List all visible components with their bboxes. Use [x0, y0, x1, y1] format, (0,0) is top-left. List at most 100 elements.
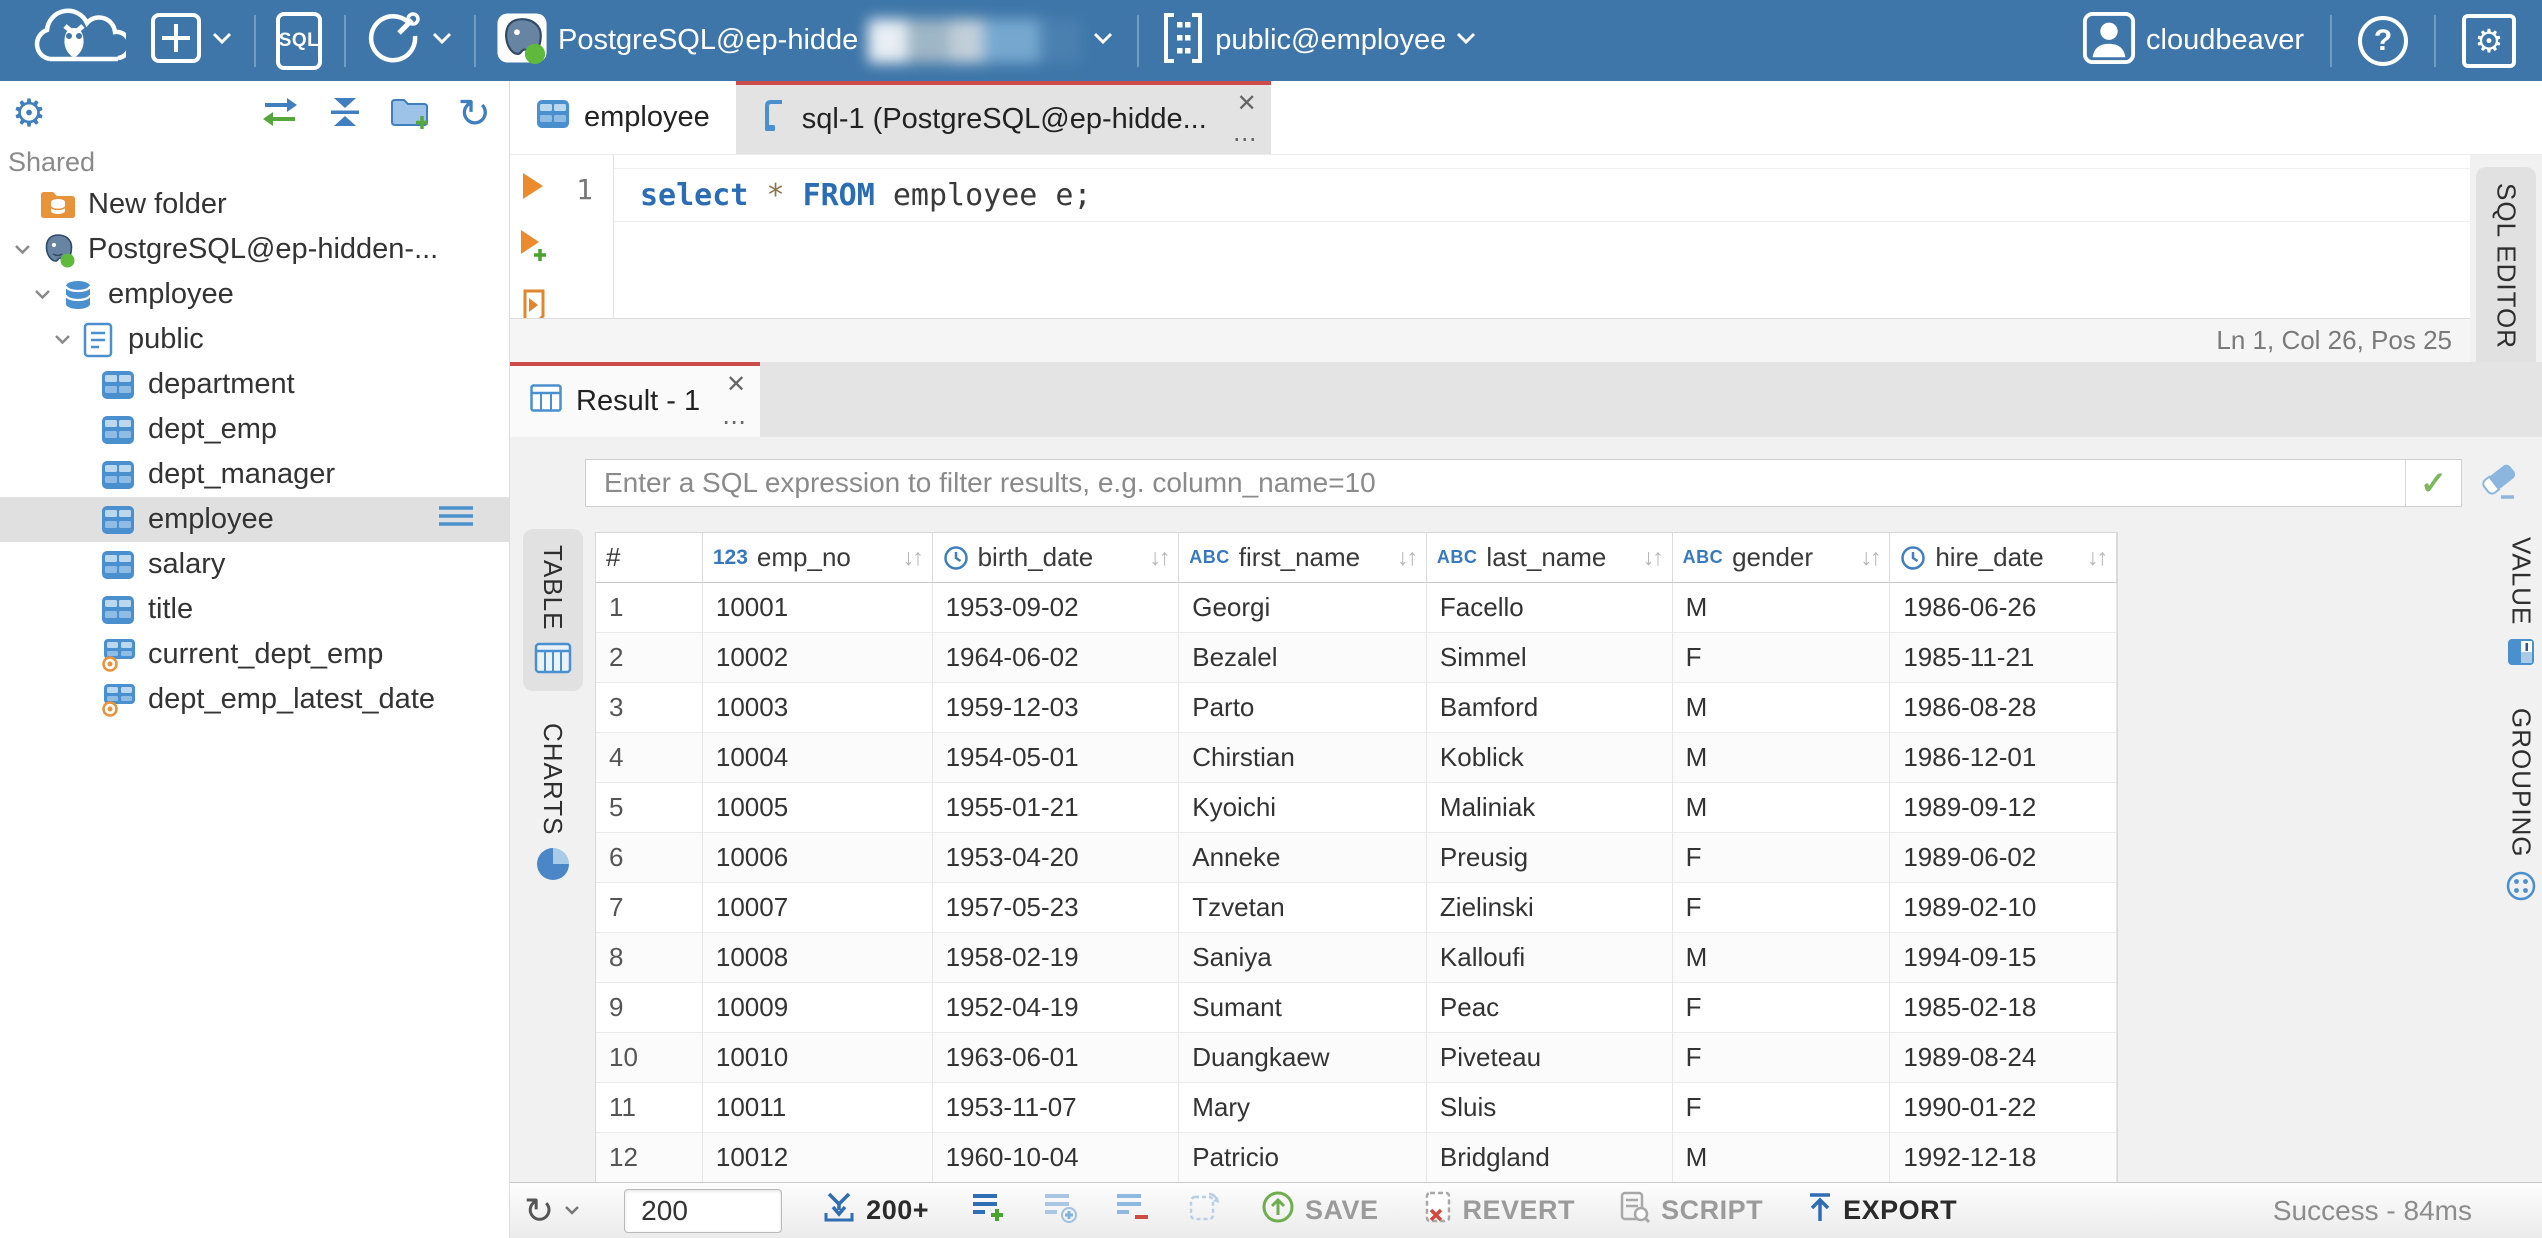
cell[interactable]: 10010 — [702, 1033, 933, 1083]
connection-selector[interactable]: PostgreSQL@ep-hidde — [496, 12, 1113, 69]
row-index-cell[interactable]: 4 — [596, 733, 703, 783]
cell[interactable]: 1989-09-12 — [1890, 783, 2118, 833]
cell[interactable]: M — [1672, 683, 1891, 733]
save-button[interactable]: SAVE — [1261, 1190, 1379, 1231]
row-index-cell[interactable]: 12 — [596, 1133, 703, 1183]
cell[interactable]: Parto — [1179, 683, 1427, 733]
tree-item-employee[interactable]: employee — [0, 272, 509, 317]
cell[interactable]: M — [1672, 733, 1891, 783]
apply-changes-button[interactable] — [1187, 1190, 1221, 1231]
clear-filter-button[interactable] — [2476, 460, 2522, 507]
cell[interactable]: 1957-05-23 — [932, 883, 1180, 933]
revert-button[interactable]: REVERT — [1423, 1190, 1576, 1231]
cell[interactable]: 10003 — [702, 683, 933, 733]
cell[interactable]: Bamford — [1426, 683, 1673, 733]
execute-new-tab-button[interactable] — [518, 228, 548, 267]
filter-input[interactable] — [586, 460, 2405, 506]
cell[interactable]: Bezalel — [1179, 633, 1427, 683]
sort-icon[interactable]: ↓↑ — [903, 544, 924, 571]
cell[interactable]: Patricio — [1179, 1133, 1427, 1183]
cell[interactable]: 1953-11-07 — [932, 1083, 1180, 1133]
sql-code-area[interactable]: select * FROM employee e; — [614, 155, 2470, 318]
cell[interactable]: Maliniak — [1426, 783, 1673, 833]
tree-item-public[interactable]: public — [0, 317, 509, 362]
driver-manager-button[interactable] — [366, 10, 452, 71]
cell[interactable]: Facello — [1426, 583, 1673, 633]
cell[interactable]: F — [1672, 1083, 1891, 1133]
tab-value-panel[interactable]: VALUE — [2506, 537, 2537, 672]
cell[interactable]: F — [1672, 833, 1891, 883]
cell[interactable]: 1990-01-22 — [1890, 1083, 2118, 1133]
chevron-down-icon[interactable] — [8, 244, 36, 255]
row-limit-input[interactable] — [624, 1188, 783, 1233]
new-connection-button[interactable] — [150, 12, 232, 69]
tree-item-new-folder[interactable]: New folder — [0, 182, 509, 227]
tree-item-dept-manager[interactable]: dept_manager — [0, 452, 509, 497]
tree-item-current-dept-emp[interactable]: current_dept_emp — [0, 632, 509, 677]
row-index-cell[interactable]: 1 — [596, 583, 703, 633]
cell[interactable]: 10002 — [702, 633, 933, 683]
cell[interactable]: 1985-02-18 — [1890, 983, 2118, 1033]
row-index-cell[interactable]: 5 — [596, 783, 703, 833]
execute-query-button[interactable] — [520, 171, 546, 206]
refresh-tree-icon[interactable]: ↻ — [457, 94, 491, 134]
fetch-more-button[interactable]: 200+ — [822, 1191, 929, 1230]
cell[interactable]: 10004 — [702, 733, 933, 783]
tab-grouping-panel[interactable]: GROUPING — [2505, 708, 2537, 907]
cell[interactable]: 1992-12-18 — [1890, 1133, 2118, 1183]
cell[interactable]: Peac — [1426, 983, 1673, 1033]
cell[interactable]: 1994-09-15 — [1890, 933, 2118, 983]
cell[interactable]: 1986-06-26 — [1890, 583, 2118, 633]
cell[interactable]: Simmel — [1426, 633, 1673, 683]
help-button[interactable]: ? — [2358, 15, 2408, 66]
cell[interactable]: Kyoichi — [1179, 783, 1427, 833]
cell[interactable]: 10012 — [702, 1133, 933, 1183]
row-index-cell[interactable]: 3 — [596, 683, 703, 733]
tree-item-dept-emp[interactable]: dept_emp — [0, 407, 509, 452]
cell[interactable]: 10001 — [702, 583, 933, 633]
cell[interactable]: Anneke — [1179, 833, 1427, 883]
cell[interactable]: M — [1672, 933, 1891, 983]
close-icon[interactable]: ✕ — [726, 370, 746, 399]
chevron-down-icon[interactable] — [28, 289, 56, 300]
tab-sql-editor[interactable]: sql-1 (PostgreSQL@ep-hidde... ✕ ⋯ — [735, 81, 1271, 154]
column-header-emp_no[interactable]: 123 emp_no ↓↑ — [702, 533, 933, 583]
tree-item-salary[interactable]: salary — [0, 542, 509, 587]
sync-connection-icon[interactable] — [259, 94, 301, 135]
script-button[interactable]: SCRIPT — [1619, 1190, 1763, 1231]
cell[interactable]: 1989-02-10 — [1890, 883, 2118, 933]
column-header-hire_date[interactable]: hire_date ↓↑ — [1890, 533, 2118, 583]
row-index-cell[interactable]: 7 — [596, 883, 703, 933]
cell[interactable]: Preusig — [1426, 833, 1673, 883]
cell[interactable]: 1985-11-21 — [1890, 633, 2118, 683]
tab-employee[interactable]: employee — [510, 81, 736, 154]
cell[interactable]: F — [1672, 983, 1891, 1033]
column-header-last_name[interactable]: ABC last_name ↓↑ — [1426, 533, 1673, 583]
row-index-cell[interactable]: 6 — [596, 833, 703, 883]
cell[interactable]: 1989-08-24 — [1890, 1033, 2118, 1083]
apply-filter-button[interactable]: ✓ — [2405, 460, 2461, 506]
cell[interactable]: 10006 — [702, 833, 933, 883]
cell[interactable]: Zielinski — [1426, 883, 1673, 933]
cell[interactable]: 1952-04-19 — [932, 983, 1180, 1033]
cell[interactable]: 1989-06-02 — [1890, 833, 2118, 883]
tab-charts-view[interactable]: CHARTS — [523, 707, 583, 891]
chevron-down-icon[interactable] — [48, 334, 76, 345]
cell[interactable]: F — [1672, 633, 1891, 683]
navigator-settings-icon[interactable]: ⚙ — [12, 95, 46, 133]
sort-icon[interactable]: ↓↑ — [2087, 544, 2108, 571]
cell[interactable]: Chirstian — [1179, 733, 1427, 783]
tree-item-department[interactable]: department — [0, 362, 509, 407]
cell[interactable]: Saniya — [1179, 933, 1427, 983]
cell[interactable]: Sluis — [1426, 1083, 1673, 1133]
sort-icon[interactable]: ↓↑ — [1860, 544, 1881, 571]
sql-editor-button[interactable]: SQL — [276, 11, 322, 70]
new-folder-icon[interactable] — [389, 94, 431, 135]
settings-button[interactable]: ⚙ — [2462, 13, 2516, 68]
cell[interactable]: Georgi — [1179, 583, 1427, 633]
tab-result-1[interactable]: Result - 1 ✕ ⋯ — [510, 362, 761, 437]
cell[interactable]: Duangkaew — [1179, 1033, 1427, 1083]
cell[interactable]: 1986-12-01 — [1890, 733, 2118, 783]
row-index-cell[interactable]: 8 — [596, 933, 703, 983]
delete-row-button[interactable] — [1115, 1191, 1151, 1230]
